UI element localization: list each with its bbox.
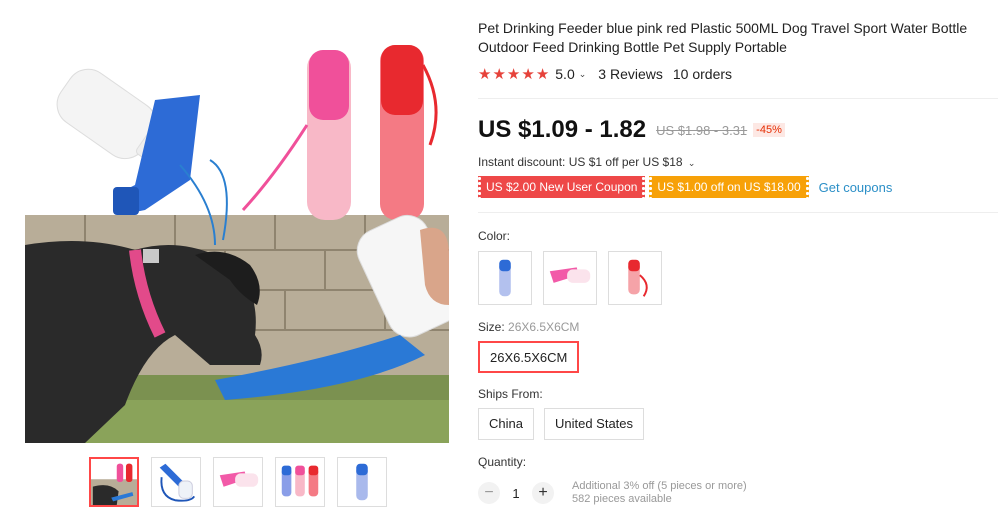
- thumbnail-image: [338, 458, 386, 506]
- ships-from-china[interactable]: China: [478, 408, 534, 440]
- star-icon: ★: [521, 65, 535, 83]
- price-row: US $1.09 - 1.82 US $1.98 - 3.31 -45%: [478, 116, 785, 144]
- divider: [478, 98, 998, 99]
- thumbnail-strip: [89, 457, 387, 507]
- color-swatch-pink[interactable]: [543, 251, 597, 305]
- ships-from-options: China United States: [478, 408, 645, 440]
- coupon-row: US $2.00 New User Coupon US $1.00 off on…: [478, 176, 892, 198]
- quantity-stepper: − 1 + Additional 3% off (5 pieces or mor…: [478, 480, 747, 506]
- quantity-value[interactable]: 1: [500, 486, 532, 501]
- size-options: 26X6.5X6CM: [478, 341, 580, 373]
- discount-badge: -45%: [753, 123, 785, 137]
- rating-score[interactable]: 5.0: [555, 66, 574, 82]
- color-label: Color:: [478, 229, 511, 243]
- pink-bottle-image: [544, 252, 596, 304]
- stock-available: 582 pieces available: [572, 493, 672, 505]
- thumbnail-2[interactable]: [151, 457, 201, 507]
- dog-drinking-photo: [25, 5, 449, 443]
- red-bottle-image: [609, 252, 661, 304]
- new-user-coupon[interactable]: US $2.00 New User Coupon: [478, 176, 646, 198]
- rating-row: ★ ★ ★ ★ ★ 5.0 ⌄ 3 Reviews 10 orders: [478, 65, 732, 83]
- star-rating: ★ ★ ★ ★ ★: [478, 67, 549, 82]
- get-coupons-link[interactable]: Get coupons: [819, 180, 893, 195]
- orders-count: 10 orders: [672, 66, 733, 82]
- size-label-row: Size: 26X6.5X6CM: [478, 320, 579, 334]
- star-icon: ★: [535, 65, 550, 83]
- reviews-link[interactable]: 3 Reviews: [598, 66, 663, 82]
- chevron-down-icon[interactable]: ⌄: [579, 69, 587, 80]
- store-coupon[interactable]: US $1.00 off on US $18.00: [649, 176, 809, 198]
- star-icon: ★: [478, 65, 492, 83]
- ships-from-label: Ships From:: [478, 387, 543, 401]
- star-icon: ★: [506, 65, 521, 83]
- ships-from-united-states[interactable]: United States: [543, 408, 645, 440]
- decrease-quantity-button[interactable]: −: [478, 482, 500, 504]
- quantity-note: Additional 3% off (5 pieces or more) 582…: [572, 480, 747, 506]
- thumbnail-5[interactable]: [337, 457, 387, 507]
- product-title: Pet Drinking Feeder blue pink red Plasti…: [478, 20, 968, 55]
- star-icon: ★: [492, 65, 506, 83]
- thumbnail-image: [91, 459, 137, 505]
- color-swatch-red[interactable]: [608, 251, 662, 305]
- instant-discount-text: Instant discount: US $1 off per US $18: [478, 155, 683, 169]
- thumbnail-3[interactable]: [213, 457, 263, 507]
- increase-quantity-button[interactable]: +: [532, 482, 554, 504]
- thumbnail-4[interactable]: [275, 457, 325, 507]
- color-options: [478, 251, 662, 305]
- size-selected-value: 26X6.5X6CM: [508, 320, 580, 334]
- instant-discount[interactable]: Instant discount: US $1 off per US $18 ⌄: [478, 155, 695, 169]
- chevron-down-icon: ⌄: [687, 158, 696, 168]
- thumbnail-1[interactable]: [89, 457, 139, 507]
- thumbnail-image: [152, 458, 200, 506]
- bulk-discount-note: Additional 3% off (5 pieces or more): [572, 480, 747, 492]
- quantity-label: Quantity:: [478, 455, 527, 469]
- size-option[interactable]: 26X6.5X6CM: [478, 341, 580, 373]
- size-label: Size:: [478, 320, 505, 334]
- thumbnail-image: [214, 458, 262, 506]
- blue-bottle-image: [479, 252, 531, 304]
- main-product-image[interactable]: [25, 5, 449, 443]
- current-price: US $1.09 - 1.82: [478, 116, 647, 143]
- thumbnail-image: [276, 458, 324, 506]
- original-price: US $1.98 - 3.31: [656, 122, 748, 138]
- divider: [478, 212, 998, 213]
- color-swatch-blue[interactable]: [478, 251, 532, 305]
